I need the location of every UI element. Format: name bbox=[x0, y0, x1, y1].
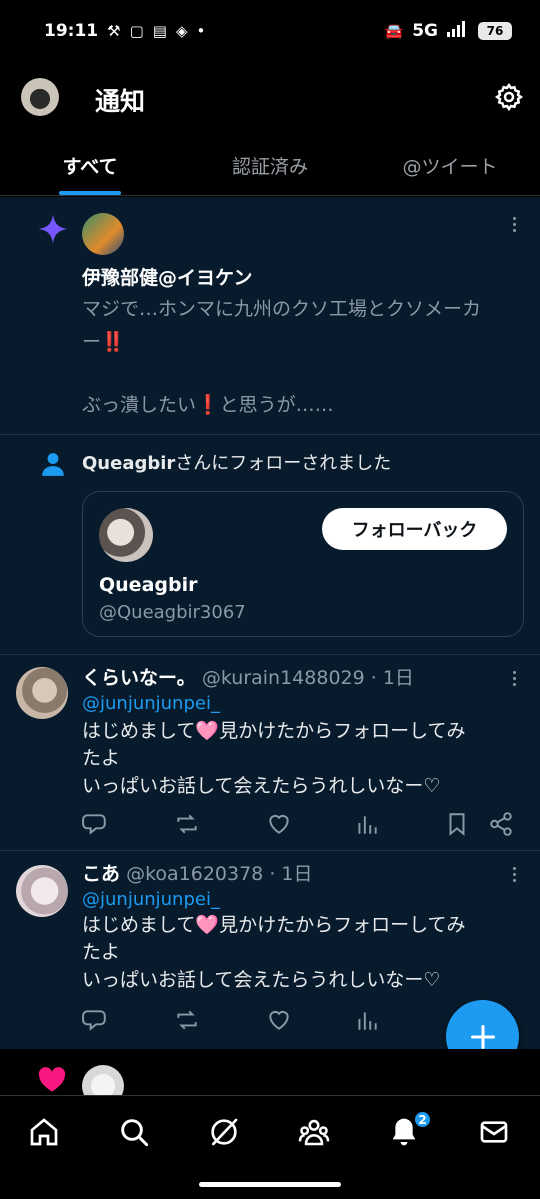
handle[interactable]: @kurain1488029 bbox=[202, 667, 365, 689]
post-text-line: はじめまして🩷見かけたからフォローしてみ bbox=[82, 914, 466, 936]
tab-all[interactable]: すべて bbox=[0, 134, 180, 196]
notification-item-partial[interactable] bbox=[0, 1049, 540, 1107]
dot-icon: • bbox=[196, 22, 206, 40]
more-icon[interactable] bbox=[510, 217, 518, 232]
display-name[interactable]: くらいなー。 bbox=[82, 667, 196, 689]
post-text-line: マジで…ホンマに九州のクソ工場とクソメーカ bbox=[82, 298, 482, 320]
post-text-line: ー‼️ bbox=[82, 331, 125, 353]
repost-icon[interactable] bbox=[174, 1007, 200, 1033]
home-icon[interactable] bbox=[28, 1116, 60, 1148]
post-header: こあ @koa1620378 · 1日 bbox=[82, 859, 313, 886]
avatar[interactable] bbox=[16, 865, 68, 917]
notifications-badge: 2 bbox=[413, 1110, 432, 1129]
gesture-bar[interactable] bbox=[199, 1182, 341, 1187]
tab-indicator bbox=[59, 191, 121, 195]
handle[interactable]: @koa1620378 bbox=[126, 863, 263, 885]
news-icon: ▤ bbox=[152, 22, 167, 40]
mention-link[interactable]: @junjunjunpei_ bbox=[82, 889, 220, 910]
notifications-tab[interactable]: 2 bbox=[388, 1110, 432, 1148]
mention-link[interactable]: @junjunjunpei_ bbox=[82, 693, 220, 714]
mail-icon[interactable] bbox=[478, 1116, 510, 1148]
reply-post[interactable]: くらいなー。 @kurain1488029 · 1日 @junjunjunpei… bbox=[0, 655, 540, 851]
notifications-feed[interactable]: 伊豫部健@イヨケン マジで…ホンマに九州のクソ工場とクソメーカ ー‼️ ぶっ潰し… bbox=[0, 197, 540, 1049]
header: 通知 bbox=[0, 62, 540, 134]
plus-icon bbox=[470, 1024, 495, 1049]
status-time: 19:11 bbox=[44, 21, 99, 41]
post-text-line: ぶっ潰したい❗と思うが…… bbox=[82, 394, 334, 416]
tab-mentions[interactable]: @ツイート bbox=[360, 134, 540, 196]
person-icon bbox=[42, 453, 64, 476]
tab-bar: すべて 認証済み @ツイート bbox=[0, 134, 540, 196]
box-icon: ◈ bbox=[175, 22, 188, 40]
hammer-icon: ⚒ bbox=[107, 22, 121, 40]
window-icon: ▢ bbox=[129, 22, 144, 40]
profile-avatar[interactable] bbox=[21, 78, 59, 116]
post-text-line: いっぱいお話して会えたらうれしいなー♡ bbox=[82, 969, 441, 991]
views-icon[interactable] bbox=[354, 1007, 380, 1033]
follow-text: Queagbirさんにフォローされました bbox=[82, 449, 391, 475]
heart-filled-icon bbox=[38, 1067, 66, 1092]
follower-avatar[interactable] bbox=[99, 508, 153, 562]
bottom-nav: 2 bbox=[0, 1095, 540, 1199]
timestamp: · 1日 bbox=[370, 667, 414, 689]
share-icon[interactable] bbox=[488, 811, 514, 837]
tab-verified[interactable]: 認証済み bbox=[180, 134, 360, 196]
signal-icon bbox=[447, 21, 469, 41]
follow-text-rest: さんにフォローされました bbox=[175, 453, 392, 474]
user-name[interactable]: 伊豫部健@イヨケン bbox=[82, 263, 252, 290]
search-icon[interactable] bbox=[118, 1116, 150, 1148]
post-header: くらいなー。 @kurain1488029 · 1日 bbox=[82, 663, 414, 690]
avatar[interactable] bbox=[82, 213, 124, 255]
reply-icon[interactable] bbox=[82, 811, 108, 837]
repost-icon[interactable] bbox=[174, 811, 200, 837]
more-icon[interactable] bbox=[510, 671, 518, 686]
avatar[interactable] bbox=[16, 667, 68, 719]
heart-icon[interactable] bbox=[266, 811, 292, 837]
gear-icon[interactable] bbox=[494, 82, 524, 112]
card-handle: @Queagbir3067 bbox=[99, 602, 246, 623]
timestamp: · 1日 bbox=[269, 863, 313, 885]
post-text-line: いっぱいお話して会えたらうれしいなー♡ bbox=[82, 775, 441, 797]
card-name: Queagbir bbox=[99, 574, 198, 596]
post-text-line: はじめまして🩷見かけたからフォローしてみ bbox=[82, 720, 466, 742]
reply-icon[interactable] bbox=[82, 1007, 108, 1033]
status-bar: 19:11 ⚒ ▢ ▤ ◈ • 🚘 5G 76 bbox=[0, 0, 540, 62]
heart-icon[interactable] bbox=[266, 1007, 292, 1033]
bookmark-icon[interactable] bbox=[444, 811, 470, 837]
network-type: 5G bbox=[412, 21, 438, 41]
notification-item[interactable]: 伊豫部健@イヨケン マジで…ホンマに九州のクソ工場とクソメーカ ー‼️ ぶっ潰し… bbox=[0, 197, 540, 435]
page-title: 通知 bbox=[95, 87, 146, 116]
follow-back-button[interactable]: フォローバック bbox=[322, 508, 507, 550]
grok-icon[interactable] bbox=[208, 1116, 240, 1148]
battery-indicator: 76 bbox=[478, 22, 512, 40]
car-icon: 🚘 bbox=[384, 22, 404, 40]
more-icon[interactable] bbox=[510, 867, 518, 882]
sparkle-icon bbox=[38, 214, 68, 244]
action-bar bbox=[82, 811, 522, 841]
communities-icon[interactable] bbox=[298, 1116, 330, 1148]
follower-name[interactable]: Queagbir bbox=[82, 453, 175, 474]
display-name[interactable]: こあ bbox=[82, 863, 120, 885]
follower-card[interactable]: フォローバック Queagbir @Queagbir3067 bbox=[82, 491, 524, 637]
views-icon[interactable] bbox=[354, 811, 380, 837]
